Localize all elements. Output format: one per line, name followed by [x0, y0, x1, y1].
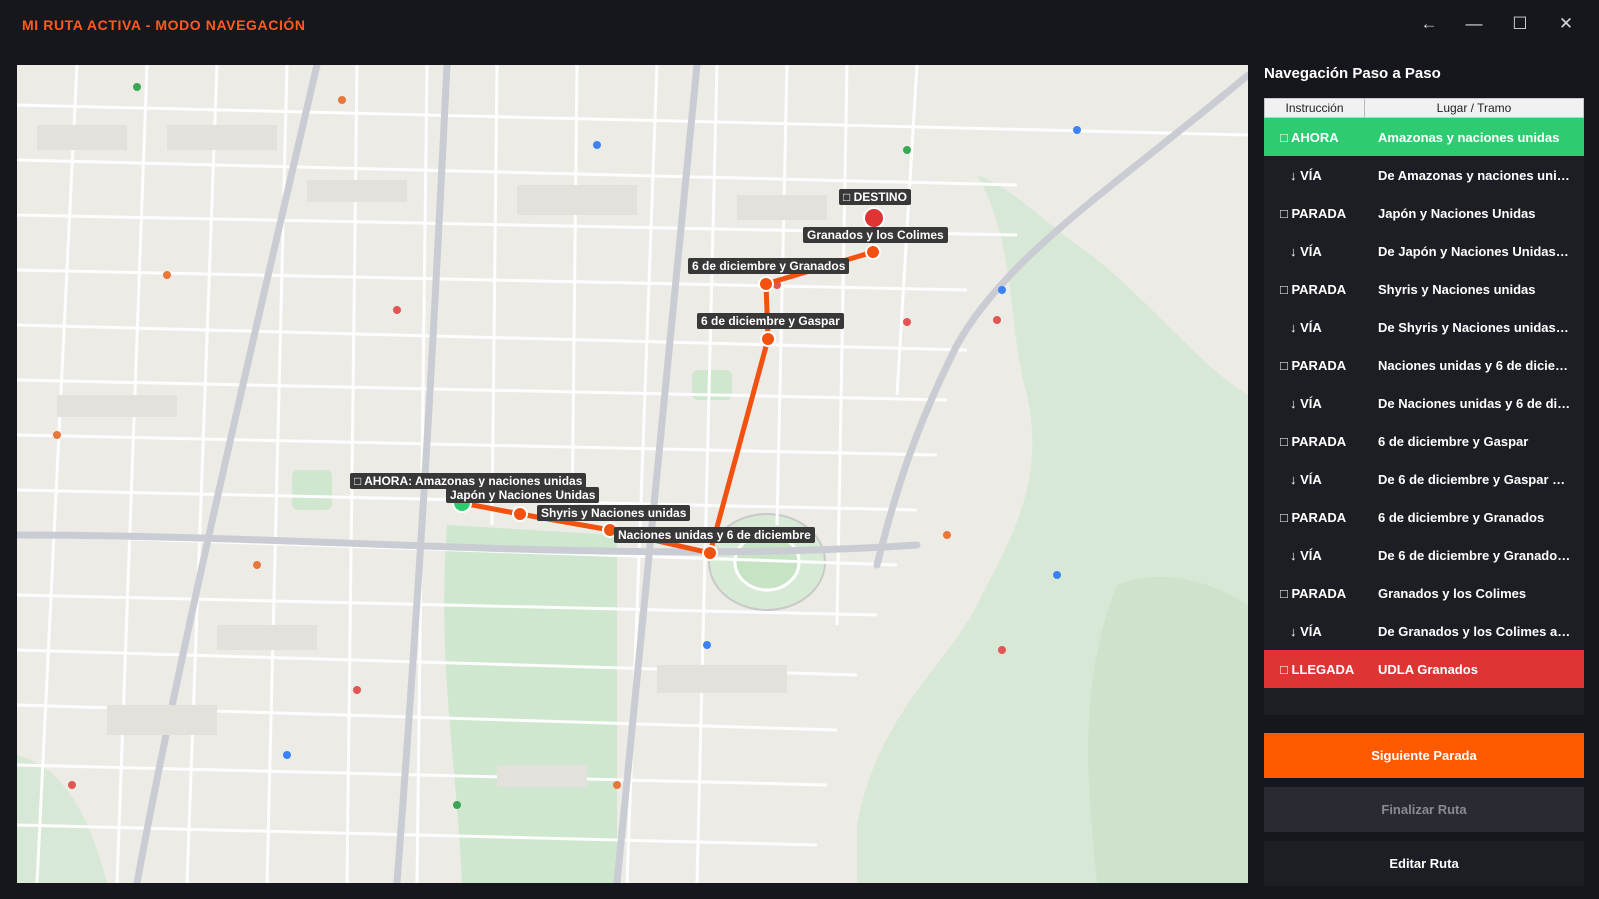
step-instruction: □ LLEGADA — [1280, 661, 1355, 677]
map-label-diciembre-granados: 6 de diciembre y Granados — [688, 258, 850, 274]
panel-title: Navegación Paso a Paso — [1264, 65, 1441, 82]
step-place: De Japón y Naciones Unidas a Shyris y Na… — [1378, 243, 1584, 259]
map-label-diciembre-gaspar: 6 de diciembre y Gaspar — [697, 313, 844, 329]
table-row[interactable]: □ PARADA 6 de diciembre y Gaspar — [1264, 422, 1584, 460]
step-instruction: ↓ VÍA — [1290, 319, 1322, 335]
table-row[interactable]: ↓ VÍA De Japón y Naciones Unidas a Shyris… — [1264, 232, 1584, 270]
step-instruction: ↓ VÍA — [1290, 395, 1322, 411]
table-row[interactable]: □ PARADA Granados y los Colimes — [1264, 574, 1584, 612]
table-row[interactable]: □ LLEGADA UDLA Granados — [1264, 650, 1584, 688]
step-instruction: ↓ VÍA — [1290, 547, 1322, 563]
table-header: Instrucción Lugar / Tramo — [1264, 98, 1584, 118]
minimize-icon[interactable]: — — [1454, 8, 1494, 40]
table-row[interactable]: □ PARADA 6 de diciembre y Granados — [1264, 498, 1584, 536]
table-row[interactable]: □ AHORA Amazonas y naciones unidas — [1264, 118, 1584, 156]
table-row[interactable]: □ PARADA Shyris y Naciones unidas — [1264, 270, 1584, 308]
table-row[interactable]: ↓ VÍA De Granados y los Colimes a UDLA Gr… — [1264, 612, 1584, 650]
table-row[interactable]: ↓ VÍA De Naciones unidas y 6 de diciembre… — [1264, 384, 1584, 422]
map-background — [17, 65, 1248, 883]
close-icon[interactable]: ✕ — [1546, 8, 1586, 40]
step-instruction: □ PARADA — [1280, 585, 1347, 601]
step-place: De Shyris y Naciones unidas a Naciones u… — [1378, 319, 1584, 335]
stop-marker-japon[interactable] — [512, 506, 528, 522]
stop-marker-naciones-diciembre[interactable] — [702, 545, 718, 561]
table-row[interactable]: ↓ VÍA De Shyris y Naciones unidas a Nacio… — [1264, 308, 1584, 346]
step-place: UDLA Granados — [1378, 661, 1478, 677]
step-place: Granados y los Colimes — [1378, 585, 1527, 601]
stop-marker-diciembre-gaspar[interactable] — [760, 331, 776, 347]
step-place: Japón y Naciones Unidas — [1378, 205, 1536, 221]
next-stop-button[interactable]: Siguiente Parada — [1264, 733, 1584, 778]
step-instruction: □ AHORA — [1280, 129, 1339, 145]
destination-marker[interactable] — [863, 207, 885, 229]
step-place: Amazonas y naciones unidas — [1378, 129, 1560, 145]
step-place: De 6 de diciembre y Granados a Granados … — [1378, 547, 1584, 563]
back-arrow-icon[interactable]: ← — [1409, 8, 1449, 40]
step-instruction: □ PARADA — [1280, 281, 1347, 297]
table-row[interactable]: □ PARADA Naciones unidas y 6 de diciembre — [1264, 346, 1584, 384]
step-place: De Granados y los Colimes a UDLA Granado… — [1378, 623, 1584, 639]
step-place: 6 de diciembre y Gaspar — [1378, 433, 1529, 449]
step-instruction: □ PARADA — [1280, 509, 1347, 525]
finish-route-button[interactable]: Finalizar Ruta — [1264, 787, 1584, 832]
step-place: De 6 de diciembre y Gaspar a 6 de diciem… — [1378, 471, 1584, 487]
map-label-japon: Japón y Naciones Unidas — [446, 487, 600, 503]
navigation-panel: Navegación Paso a Paso Instrucción Lugar… — [1264, 65, 1584, 886]
step-place: Naciones unidas y 6 de diciembre — [1378, 357, 1584, 373]
column-header-instruction[interactable]: Instrucción — [1265, 99, 1365, 117]
step-instruction: ↓ VÍA — [1290, 167, 1322, 183]
table-row[interactable]: □ PARADA Japón y Naciones Unidas — [1264, 194, 1584, 232]
route-map[interactable]: □ DESTINO Granados y los Colimes 6 de di… — [17, 65, 1248, 883]
app-title: MI RUTA ACTIVA - MODO NAVEGACIÓN — [22, 17, 306, 33]
column-header-place[interactable]: Lugar / Tramo — [1365, 99, 1583, 117]
map-label-granados-colimes: Granados y los Colimes — [803, 227, 948, 243]
title-bar: MI RUTA ACTIVA - MODO NAVEGACIÓN ← — ☐ ✕ — [0, 0, 1599, 49]
map-label-destino: □ DESTINO — [839, 189, 911, 205]
table-row[interactable]: ↓ VÍA De 6 de diciembre y Gaspar a 6 de d… — [1264, 460, 1584, 498]
stop-marker-diciembre-granados[interactable] — [758, 276, 774, 292]
edit-route-button[interactable]: Editar Ruta — [1264, 841, 1584, 886]
step-place: De Naciones unidas y 6 de diciembre a 6 … — [1378, 395, 1584, 411]
step-place: 6 de diciembre y Granados — [1378, 509, 1545, 525]
map-label-shyris: Shyris y Naciones unidas — [537, 505, 691, 521]
step-place: Shyris y Naciones unidas — [1378, 281, 1536, 297]
step-instruction: □ PARADA — [1280, 357, 1347, 373]
step-instruction: □ PARADA — [1280, 433, 1347, 449]
table-body: □ AHORA Amazonas y naciones unidas ↓ VÍA De… — [1264, 118, 1584, 688]
navigation-table[interactable]: Instrucción Lugar / Tramo □ AHORA Amazona… — [1264, 98, 1584, 715]
step-instruction: ↓ VÍA — [1290, 243, 1322, 259]
step-instruction: □ PARADA — [1280, 205, 1347, 221]
step-instruction: ↓ VÍA — [1290, 471, 1322, 487]
maximize-icon[interactable]: ☐ — [1500, 8, 1540, 40]
step-place: De Amazonas y naciones unidas a Japón y … — [1378, 167, 1584, 183]
stop-marker-granados-colimes[interactable] — [865, 244, 881, 260]
table-row[interactable]: ↓ VÍA De 6 de diciembre y Granados a Gran… — [1264, 536, 1584, 574]
step-instruction: ↓ VÍA — [1290, 623, 1322, 639]
table-row[interactable]: ↓ VÍA De Amazonas y naciones unidas a Jap… — [1264, 156, 1584, 194]
map-label-naciones-diciembre: Naciones unidas y 6 de diciembre — [614, 527, 815, 543]
